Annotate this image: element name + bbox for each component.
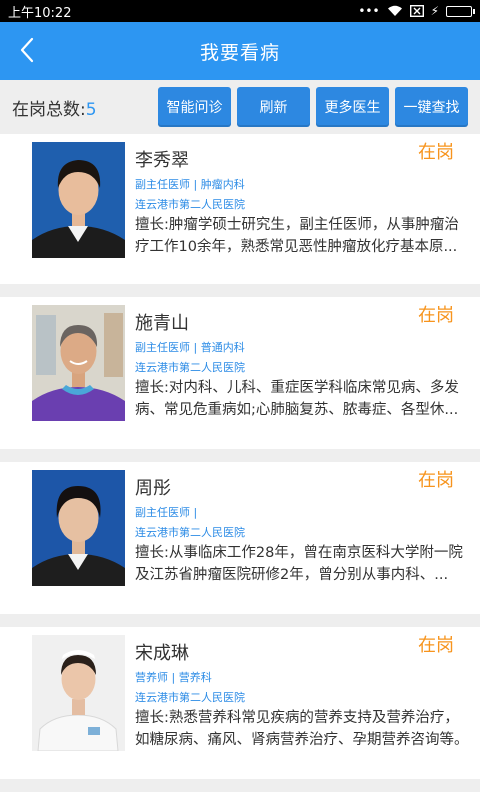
status-badge: 在岗 [418,305,454,326]
doctor-title-dept: 副主任医师 | 肿瘤内科 [135,178,245,191]
more-doctors-button[interactable]: 更多医生 [316,87,389,127]
doctor-photo [32,305,125,421]
toolbar: 在岗总数:5 智能问诊 刷新 更多医生 一键查找 [0,80,480,134]
doctor-photo [32,142,125,258]
doctor-card[interactable]: 在岗 [0,792,480,800]
status-badge: 在岗 [418,635,454,656]
doctor-card[interactable]: 李秀翠 副主任医师 | 肿瘤内科 连云港市第二人民医院 在岗 擅长:肿瘤学硕士研… [0,134,480,284]
back-arrow-icon[interactable] [14,35,42,65]
doctor-hospital: 连云港市第二人民医院 [135,691,245,704]
doctor-description: 擅长:对内科、儿科、重症医学科临床常见病、多发病、常见危重病如;心肺脑复苏、脓毒… [135,380,459,418]
more-icon: ••• [358,4,380,18]
doctor-photo [32,470,125,586]
refresh-button[interactable]: 刷新 [237,87,310,127]
on-duty-count-label: 在岗总数: [12,99,86,120]
on-duty-count-value: 5 [85,99,97,120]
doctor-card[interactable]: 宋成琳 营养师 | 营养科 连云港市第二人民医院 在岗 擅长:熟悉营养科常见疾病… [0,627,480,779]
doctor-name: 宋成琳 [135,643,189,664]
app-header: 我要看病 [0,22,480,80]
doctor-description: 擅长:熟悉营养科常见疾病的营养支持及营养治疗，如糖尿病、痛风、肾病营养治疗、孕期… [135,710,469,748]
quick-search-button[interactable]: 一键查找 [395,87,468,127]
doctor-list: 李秀翠 副主任医师 | 肿瘤内科 连云港市第二人民医院 在岗 擅长:肿瘤学硕士研… [0,134,480,800]
page-title: 我要看病 [199,41,280,64]
doctor-title-dept: 副主任医师 | [135,506,198,519]
doctor-card[interactable]: 周彤 副主任医师 | 连云港市第二人民医院 在岗 擅长:从事临床工作28年，曾在… [0,462,480,614]
on-duty-count: 在岗总数:5 [12,95,152,120]
doctor-description: 擅长:从事临床工作28年，曾在南京医科大学附一院及江苏省肿瘤医院研修2年，曾分别… [135,545,463,583]
doctor-card[interactable]: 施青山 副主任医师 | 普通内科 连云港市第二人民医院 在岗 擅长:对内科、儿科… [0,297,480,449]
doctor-name: 周彤 [135,478,171,499]
doctor-hospital: 连云港市第二人民医院 [135,198,245,211]
doctor-title-dept: 营养师 | 营养科 [135,671,212,684]
wifi-icon [387,5,402,16]
doctor-photo [32,635,125,751]
status-icons: ••• ⚡ [358,4,475,18]
doctor-title-dept: 副主任医师 | 普通内科 [135,341,245,354]
doctor-hospital: 连云港市第二人民医院 [135,361,245,374]
smart-consult-button[interactable]: 智能问诊 [158,87,231,127]
status-bar: 上午10:22 ••• ⚡ [0,0,480,22]
battery-icon [446,5,475,17]
sim-icon [409,5,424,17]
doctor-name: 施青山 [135,313,189,334]
status-time: 上午10:22 [8,5,72,21]
doctor-hospital: 连云港市第二人民医院 [135,526,245,539]
charging-icon: ⚡ [430,4,439,18]
doctor-description: 擅长:肿瘤学硕士研究生，副主任医师，从事肿瘤治疗工作10余年，熟悉常见恶性肿瘤放… [135,217,459,255]
doctor-name: 李秀翠 [135,150,189,171]
status-badge: 在岗 [418,142,454,163]
status-badge: 在岗 [418,470,454,491]
